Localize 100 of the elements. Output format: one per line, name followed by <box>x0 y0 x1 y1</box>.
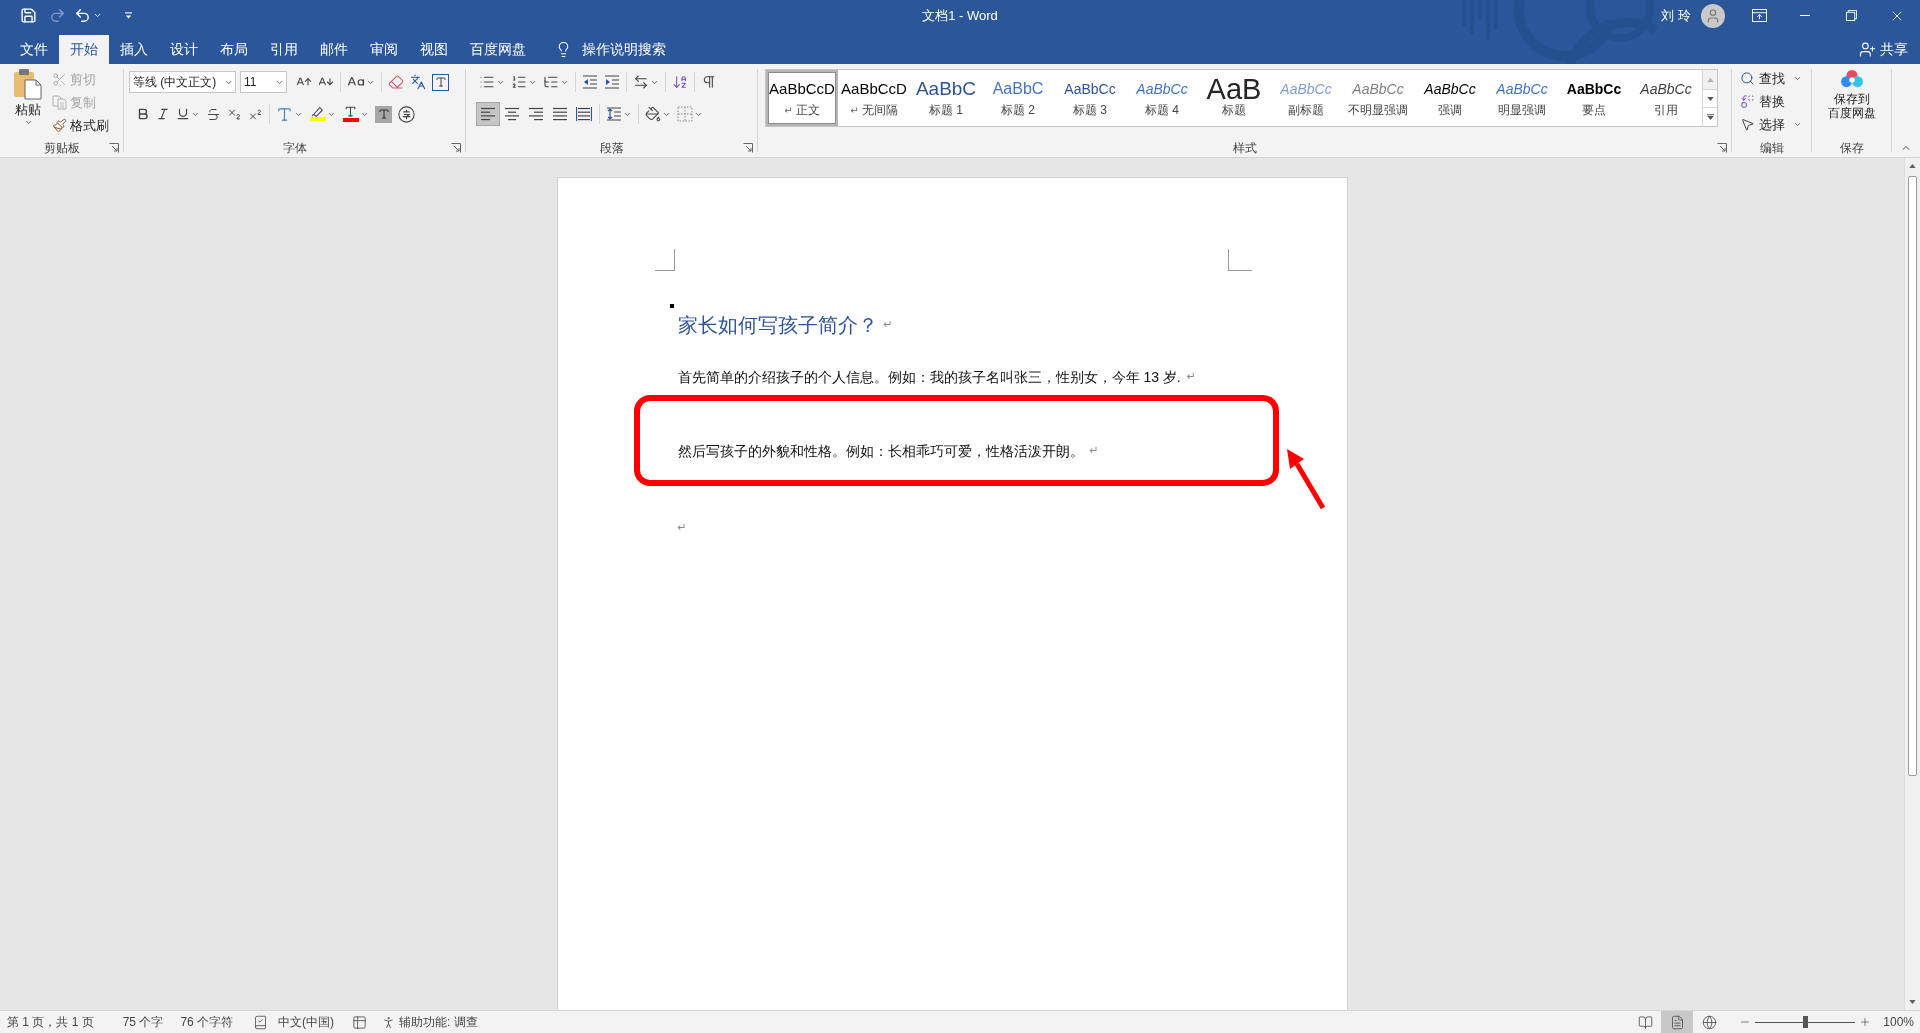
dialog-launcher-icon <box>743 142 753 153</box>
proofing-button[interactable] <box>253 1014 269 1030</box>
replace-icon <box>1740 94 1755 109</box>
style-option[interactable]: AaBbCcD ↵ 正文 <box>766 70 838 126</box>
ribbon-tab[interactable]: 引用 <box>259 35 309 64</box>
search-icon <box>1740 71 1755 86</box>
underline-icon <box>176 107 190 121</box>
multilevel-list-icon <box>543 74 559 90</box>
group-label: 样式 <box>1232 140 1257 155</box>
style-option[interactable]: AaBbCc 标题 3 <box>1054 70 1126 126</box>
person-add-icon <box>1859 41 1876 58</box>
dialog-launcher-icon <box>451 142 461 153</box>
plus-icon <box>1859 1016 1872 1028</box>
style-option[interactable]: AaBbC 标题 1 <box>910 70 982 126</box>
ribbon-tab[interactable]: 开始 <box>59 35 109 64</box>
caret-icon <box>1793 74 1802 83</box>
paintbrush-icon <box>52 118 67 133</box>
style-option[interactable]: AaBbCc 引用 <box>1630 70 1702 126</box>
print-layout-button[interactable] <box>1661 1011 1694 1033</box>
style-preview: AaBbCc <box>1136 80 1188 98</box>
save-icon <box>19 7 37 24</box>
dialog-launcher-button[interactable] <box>109 142 119 153</box>
font-color-icon <box>342 105 359 123</box>
scrollbar-thumb[interactable] <box>1908 176 1917 776</box>
tell-me-field[interactable]: 操作说明搜索 <box>582 39 692 60</box>
ribbon-tab[interactable]: 布局 <box>209 35 259 64</box>
vertical-scrollbar[interactable] <box>1904 158 1920 1010</box>
ribbon-tab[interactable]: 百度网盘 <box>459 35 537 64</box>
style-option[interactable]: AaBbCc 明显强调 <box>1486 70 1558 126</box>
borders-icon <box>677 106 693 122</box>
language-button[interactable]: 中文(中国) <box>278 1013 335 1031</box>
style-option[interactable]: AaB 标题 <box>1198 70 1270 126</box>
window-title: 文档1 - Word <box>922 6 998 25</box>
open-book-icon <box>1637 1014 1653 1030</box>
find-button[interactable]: 查找 <box>1740 67 1811 90</box>
word-count[interactable]: 75 个字 <box>122 1013 164 1031</box>
caret-icon <box>1793 120 1802 129</box>
increase-indent-icon <box>604 74 620 90</box>
font-name-combobox[interactable]: 等线 (中文正文) <box>129 71 236 93</box>
user-avatar-icon[interactable] <box>1701 3 1725 28</box>
style-option[interactable]: AaBbCcD ↵ 无间隔 <box>838 70 910 126</box>
paragraph-mark: ↵ <box>677 519 687 536</box>
macro-button[interactable] <box>352 1014 368 1030</box>
alignment-button[interactable] <box>476 102 500 126</box>
caret-icon <box>23 118 33 127</box>
style-option[interactable]: AaBbCc 强调 <box>1414 70 1486 126</box>
style-option[interactable]: AaBbCc 标题 4 <box>1126 70 1198 126</box>
bullet-list-icon <box>479 74 495 90</box>
bold-icon <box>136 107 150 121</box>
style-option[interactable]: AaBbCc 不明显强调 <box>1342 70 1414 126</box>
globe-icon <box>1701 1014 1717 1030</box>
style-preview: AaBbCc <box>1280 80 1332 98</box>
ribbon-tab[interactable]: 文件 <box>9 35 59 64</box>
share-button[interactable]: 共享 <box>1859 35 1908 64</box>
paste-button[interactable]: 粘贴 <box>8 68 48 139</box>
dialog-launcher-button[interactable] <box>1717 142 1727 153</box>
format-painter-button[interactable]: 格式刷 <box>52 114 109 137</box>
restore-icon <box>1845 10 1857 21</box>
zoom-level[interactable]: 100% <box>1883 1013 1914 1031</box>
style-preview: AaBbCc <box>1424 80 1476 98</box>
minimize-icon <box>1800 15 1810 16</box>
table-icon <box>352 1014 368 1030</box>
zoom-in-button[interactable] <box>1859 1016 1872 1028</box>
style-option[interactable]: AaBbC 标题 2 <box>982 70 1054 126</box>
circles-logo-icon <box>1839 69 1864 89</box>
numbered-list-icon <box>511 74 527 90</box>
eraser-icon <box>388 74 404 90</box>
replace-button[interactable]: 替换 <box>1740 90 1811 113</box>
group-label: 编辑 <box>1759 140 1784 155</box>
ribbon-tab[interactable]: 审阅 <box>359 35 409 64</box>
italic-icon <box>156 107 170 121</box>
ribbon-tab[interactable]: 设计 <box>159 35 209 64</box>
ribbon-display-icon <box>1751 9 1767 22</box>
style-option[interactable]: AaBbCc 要点 <box>1558 70 1630 126</box>
style-option[interactable]: AaBbCc 副标题 <box>1270 70 1342 126</box>
down-triangle-icon <box>1706 96 1714 101</box>
zoom-slider-thumb[interactable] <box>1803 1016 1809 1028</box>
customize-toolbar-icon <box>123 12 133 19</box>
margin-corner-mark <box>1227 249 1252 271</box>
zoom-slider[interactable] <box>1755 1016 1856 1028</box>
highlighter-icon <box>309 105 326 123</box>
style-preview: AaBbCc <box>1064 80 1116 98</box>
ribbon-tab[interactable]: 插入 <box>109 35 159 64</box>
save-to-cloud-button[interactable]: 保存到 百度网盘 <box>1827 69 1876 139</box>
font-size-combobox[interactable]: 11 <box>240 71 287 93</box>
align-center-icon <box>504 106 520 122</box>
justify-icon <box>552 106 568 122</box>
shaded-letter-icon <box>375 105 392 123</box>
strikethrough-icon <box>206 106 221 122</box>
accessibility-button[interactable]: 辅助功能: 调查 <box>381 1013 478 1031</box>
two-way-arrow-icon <box>633 74 649 90</box>
ribbon-tab[interactable]: 邮件 <box>309 35 359 64</box>
character-count[interactable]: 76 个字符 <box>180 1013 234 1031</box>
align-right-icon <box>528 106 544 122</box>
dialog-launcher-button[interactable] <box>743 142 753 153</box>
dialog-launcher-button[interactable] <box>451 142 461 153</box>
select-button[interactable]: 选择 <box>1740 113 1811 136</box>
align-left-icon <box>480 106 496 122</box>
ribbon-tab[interactable]: 视图 <box>409 35 459 64</box>
page-count[interactable]: 第 1 页，共 1 页 <box>7 1013 94 1031</box>
